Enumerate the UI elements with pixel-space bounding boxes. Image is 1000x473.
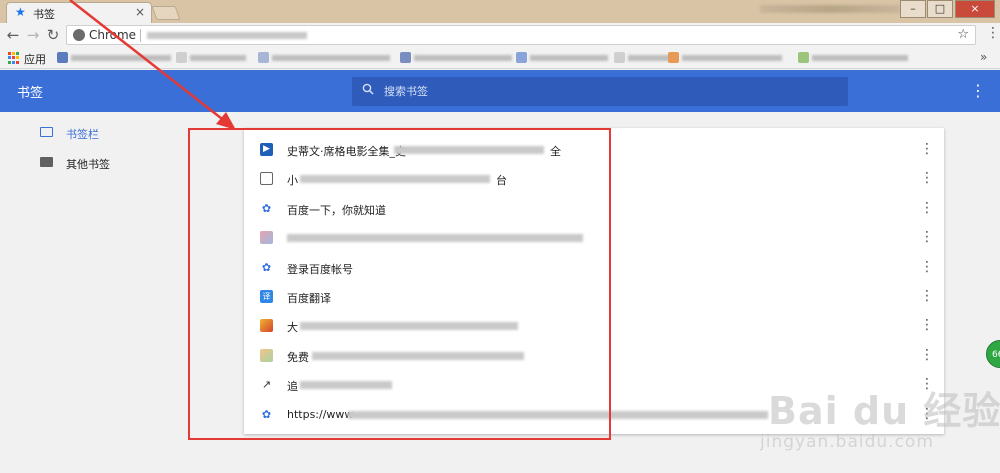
page-title: 书签	[17, 86, 44, 101]
maximize-button[interactable]: □	[927, 0, 953, 18]
tab-strip: ★ 书签 × – □ ×	[0, 0, 1000, 23]
bookmark-star-icon[interactable]: ☆	[957, 27, 969, 42]
forward-button[interactable]: →	[24, 26, 42, 44]
apps-grid-dot	[8, 56, 11, 60]
sidebar-item-label: 书签栏	[66, 128, 99, 141]
chrome-page-icon	[73, 29, 85, 41]
header-menu-button[interactable]: ⋮	[970, 81, 986, 100]
sidebar-item-label: 其他书签	[66, 158, 110, 171]
row-menu-button[interactable]: ⋮	[920, 347, 934, 363]
apps-grid-icon[interactable]	[8, 52, 20, 64]
side-float-badge[interactable]: 66	[986, 340, 1000, 368]
baidu-jingyan-watermark: Bai du 经验 jingyan.baidu.com	[760, 389, 1000, 452]
row-menu-button[interactable]: ⋮	[920, 141, 934, 157]
row-menu-button[interactable]: ⋮	[920, 200, 934, 216]
minimize-button[interactable]: –	[900, 0, 926, 18]
bookmarks-bar: 应用 »	[0, 47, 1000, 69]
tab-close-icon[interactable]: ×	[135, 5, 145, 19]
apps-grid-dot	[12, 52, 15, 55]
apps-grid-dot	[8, 60, 11, 64]
browser-toolbar: ← → ↻ Chrome ☆ ⋮	[0, 23, 1000, 47]
chrome-menu-button[interactable]: ⋮	[986, 25, 1000, 41]
back-button[interactable]: ←	[4, 26, 22, 44]
apps-grid-dot	[16, 60, 19, 64]
apps-grid-dot	[8, 52, 11, 55]
close-window-button[interactable]: ×	[955, 0, 995, 18]
address-scheme-label: Chrome	[89, 28, 137, 42]
url-text-blurred	[147, 32, 307, 39]
apps-grid-dot	[12, 56, 15, 60]
address-bar[interactable]: Chrome ☆	[66, 25, 976, 45]
row-menu-button[interactable]: ⋮	[920, 288, 934, 304]
blurred-user-info	[760, 5, 900, 13]
row-menu-button[interactable]: ⋮	[920, 170, 934, 186]
search-input[interactable]	[384, 83, 824, 99]
row-menu-button[interactable]: ⋮	[920, 317, 934, 333]
new-tab-button[interactable]	[151, 6, 181, 20]
star-icon: ★	[15, 5, 26, 19]
reload-button[interactable]: ↻	[44, 26, 62, 44]
apps-grid-dot	[16, 56, 19, 60]
bookmarks-header: 书签 ⋮	[0, 70, 1000, 112]
row-menu-button[interactable]: ⋮	[920, 229, 934, 245]
apps-grid-dot	[16, 52, 19, 55]
search-icon	[362, 83, 374, 99]
row-menu-button[interactable]: ⋮	[920, 259, 934, 275]
folder-icon	[40, 157, 53, 167]
tab-title: 书签	[33, 8, 55, 21]
apps-grid-dot	[12, 60, 15, 64]
tab-bookmarks[interactable]: ★ 书签 ×	[6, 2, 152, 23]
bookmarks-overflow-button[interactable]: »	[980, 50, 987, 64]
search-box[interactable]	[352, 77, 848, 106]
apps-label[interactable]: 应用	[24, 51, 46, 67]
address-separator	[140, 29, 141, 42]
annotation-highlight-box	[188, 128, 611, 440]
folder-outline-icon	[40, 127, 53, 137]
